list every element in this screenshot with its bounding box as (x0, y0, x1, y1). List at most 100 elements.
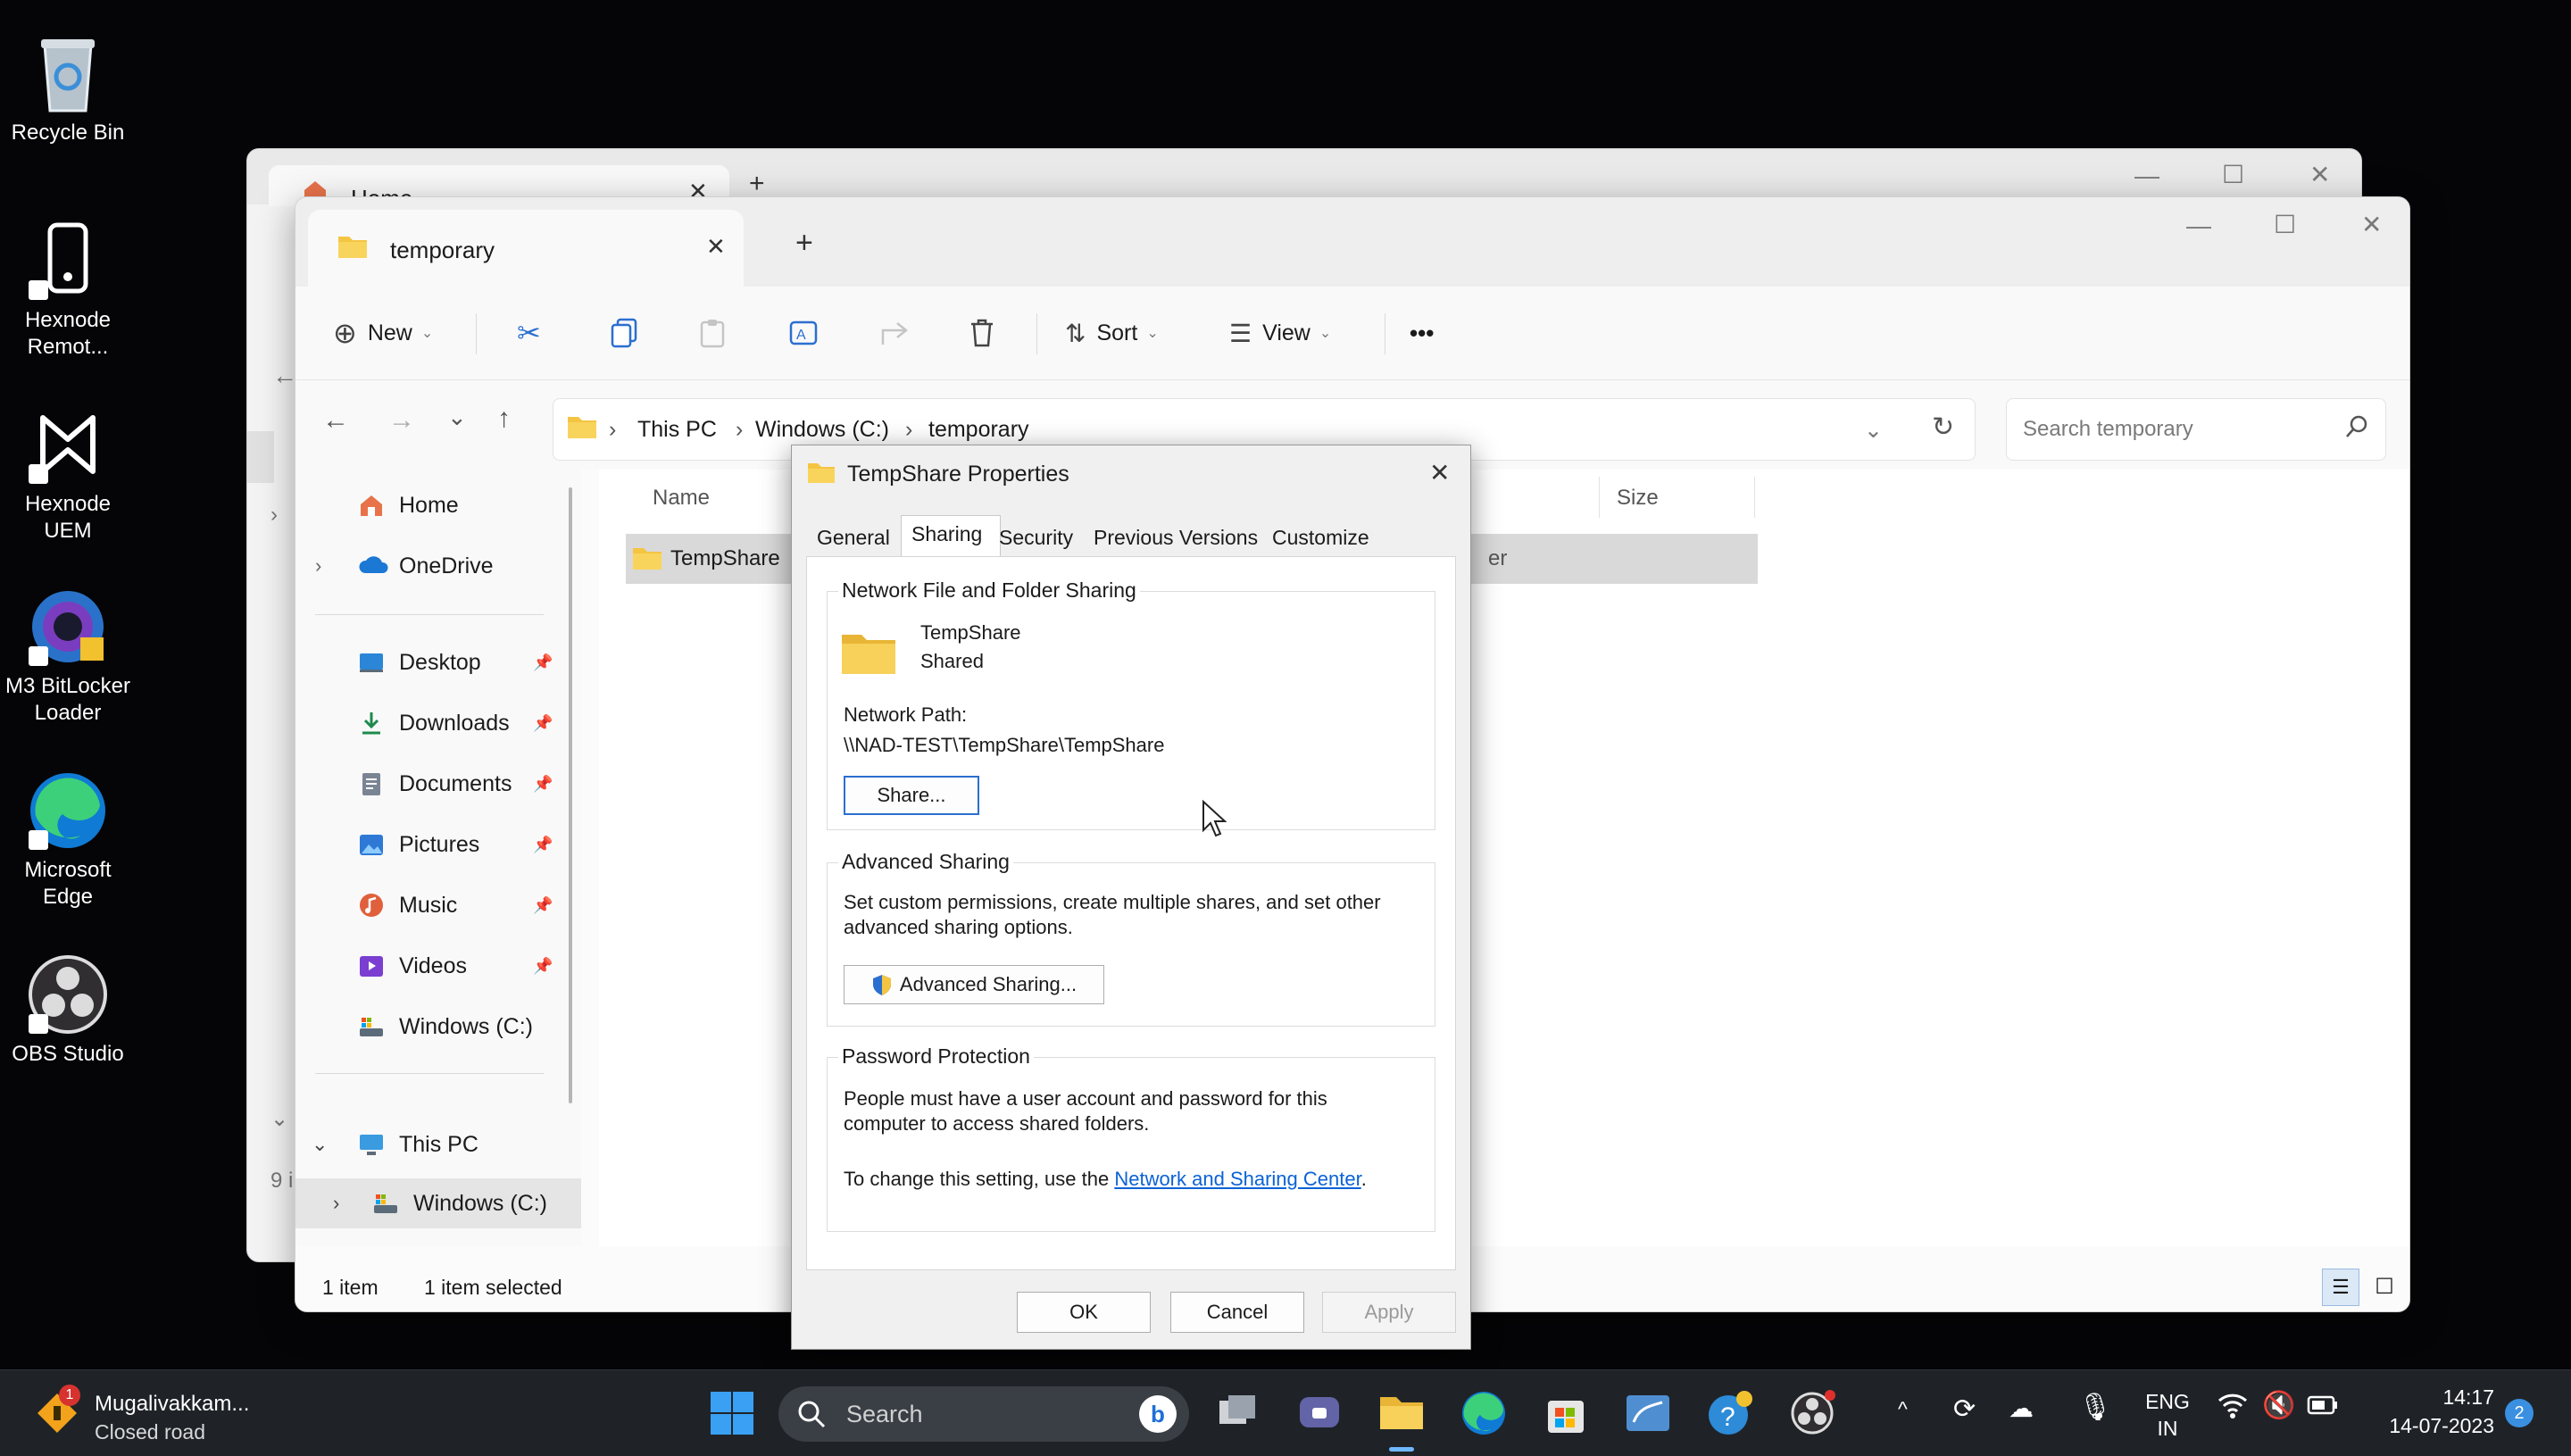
close-tab-icon[interactable]: ✕ (706, 233, 726, 261)
maximize-icon[interactable]: ☐ (2222, 160, 2244, 189)
back-arrow-icon[interactable]: ← (272, 362, 297, 390)
new-tab-icon[interactable]: + (795, 226, 813, 261)
language-indicator[interactable]: ENG IN (2139, 1388, 2196, 1442)
file-explorer-icon[interactable] (1377, 1388, 1427, 1438)
desktop-icon-recycle-bin[interactable]: Recycle Bin (0, 32, 136, 146)
get-help-icon[interactable]: ? (1705, 1388, 1755, 1438)
clock[interactable]: 14:17 14-07-2023 (2360, 1383, 2494, 1440)
edge-icon[interactable] (1459, 1388, 1509, 1438)
sort-button[interactable]: ⇅ Sort ⌄ (1065, 313, 1159, 353)
pin-icon[interactable]: 📌 (533, 714, 553, 733)
share-icon[interactable] (879, 313, 910, 353)
new-button[interactable]: ⊕ New ⌄ (333, 313, 433, 353)
microphone-icon[interactable]: 🎙 (2078, 1392, 2112, 1423)
properties-dialog[interactable]: TempShare Properties ✕ General Sharing S… (791, 445, 1471, 1350)
desktop-icon-obs[interactable]: OBS Studio (0, 953, 136, 1068)
bing-icon[interactable]: b (1139, 1395, 1177, 1433)
obs-icon[interactable] (1787, 1388, 1837, 1438)
back-arrow-icon[interactable]: ← (322, 405, 349, 436)
tab-customize[interactable]: Customize (1272, 526, 1369, 550)
nav-item-home[interactable]: Home (295, 480, 581, 530)
nav-item-this-pc[interactable]: ⌄ This PC (295, 1119, 581, 1169)
tab-sharing[interactable]: Sharing (911, 522, 982, 546)
advanced-sharing-button[interactable]: Advanced Sharing... (844, 965, 1104, 1004)
pin-icon[interactable]: 📌 (533, 836, 553, 854)
up-arrow-icon[interactable]: ↑ (497, 404, 511, 434)
teams-chat-icon[interactable] (1294, 1388, 1344, 1438)
more-options-button[interactable]: ••• (1410, 313, 1434, 353)
recent-locations-icon[interactable]: ⌄ (447, 404, 467, 431)
rename-icon[interactable]: A (788, 313, 819, 353)
task-view-icon[interactable] (1212, 1388, 1262, 1438)
column-header-name[interactable]: Name (653, 486, 710, 511)
cut-icon[interactable]: ✂ (517, 313, 541, 353)
mysql-workbench-icon[interactable] (1623, 1388, 1673, 1438)
tab-previous-versions[interactable]: Previous Versions (1094, 526, 1258, 550)
battery-icon[interactable] (2307, 1394, 2339, 1417)
notification-badge[interactable]: 2 (2505, 1399, 2534, 1427)
nav-item-music[interactable]: Music 📌 (295, 880, 581, 930)
volume-muted-icon[interactable]: 🔇 (2262, 1390, 2295, 1421)
cloud-offline-icon[interactable]: ☁ (2009, 1394, 2034, 1423)
column-header-size[interactable]: Size (1617, 486, 1659, 511)
nav-item-pictures[interactable]: Pictures 📌 (295, 820, 581, 869)
search-input[interactable]: Search temporary (2006, 398, 2386, 461)
nav-item-desktop[interactable]: Desktop 📌 (295, 637, 581, 687)
nav-item-downloads[interactable]: Downloads 📌 (295, 698, 581, 748)
copy-icon[interactable] (610, 313, 638, 353)
weather-widget[interactable]: 1 Mugalivakkam... Closed road (34, 1385, 302, 1444)
minimize-icon[interactable]: — (2186, 212, 2211, 240)
desktop-icon-edge[interactable]: Microsoft Edge (0, 770, 136, 911)
view-button[interactable]: ☰ View ⌄ (1229, 313, 1331, 353)
close-icon[interactable]: ✕ (2309, 160, 2330, 189)
details-view-icon[interactable]: ☰ (2322, 1269, 2359, 1306)
taskbar-search[interactable]: Search b (778, 1386, 1189, 1442)
paste-icon[interactable] (699, 313, 726, 353)
start-icon[interactable] (707, 1388, 757, 1438)
refresh-icon[interactable]: ↻ (1932, 412, 1954, 443)
desktop-icon-hexnode-uem[interactable]: Hexnode UEM (0, 404, 136, 545)
share-button[interactable]: Share... (844, 776, 979, 815)
show-hidden-icons-icon[interactable]: ^ (1898, 1397, 1908, 1421)
breadcrumb-temporary[interactable]: temporary (928, 417, 1029, 443)
tab-general[interactable]: General (817, 526, 890, 550)
cancel-button[interactable]: Cancel (1170, 1292, 1304, 1333)
tab-temporary[interactable]: temporary ✕ (308, 210, 744, 287)
breadcrumb-this-pc[interactable]: This PC (637, 417, 717, 443)
chevron-right-icon[interactable]: › (333, 1192, 339, 1215)
chevron-down-icon[interactable]: ⌄ (312, 1133, 328, 1156)
desktop-icon-hexnode-remote[interactable]: Hexnode Remot... (0, 220, 136, 361)
nav-scrollbar[interactable] (569, 487, 572, 1103)
tiles-view-icon[interactable]: ☐ (2367, 1269, 2402, 1304)
delete-icon[interactable] (969, 313, 995, 353)
ok-button[interactable]: OK (1017, 1292, 1151, 1333)
apply-button[interactable]: Apply (1322, 1292, 1456, 1333)
minimize-icon[interactable]: — (2134, 162, 2159, 190)
nav-item-videos[interactable]: Videos 📌 (295, 941, 581, 991)
maximize-icon[interactable]: ☐ (2274, 210, 2296, 239)
pin-icon[interactable]: 📌 (533, 775, 553, 794)
address-history-icon[interactable]: ⌄ (1864, 417, 1883, 444)
new-tab-icon[interactable]: + (749, 169, 765, 199)
close-window-icon[interactable]: ✕ (2361, 210, 2382, 239)
nav-item-documents[interactable]: Documents 📌 (295, 759, 581, 809)
breadcrumb-windows-c[interactable]: Windows (C:) (755, 417, 889, 443)
microsoft-store-icon[interactable] (1541, 1388, 1591, 1438)
tab-security[interactable]: Security (999, 526, 1073, 550)
onedrive-icon (358, 553, 388, 578)
close-dialog-icon[interactable]: ✕ (1429, 458, 1450, 487)
forward-arrow-icon[interactable]: → (388, 405, 415, 436)
sync-icon[interactable]: ⟳ (1953, 1394, 1976, 1425)
pin-icon[interactable]: 📌 (533, 653, 553, 672)
nav-item-windows-c-quick[interactable]: Windows (C:) (295, 1002, 581, 1052)
chevron-right-icon[interactable]: › (270, 503, 278, 528)
nav-item-onedrive[interactable]: › OneDrive (295, 541, 581, 591)
wifi-icon[interactable] (2217, 1392, 2248, 1419)
desktop-icon-m3-bitlocker[interactable]: M3 BitLocker Loader (0, 586, 136, 727)
network-sharing-center-link[interactable]: Network and Sharing Center (1114, 1168, 1360, 1190)
chevron-down-icon[interactable]: ⌄ (270, 1106, 288, 1132)
pin-icon[interactable]: 📌 (533, 896, 553, 915)
chevron-right-icon[interactable]: › (315, 554, 321, 578)
nav-item-windows-c[interactable]: › Windows (C:) (295, 1178, 581, 1228)
pin-icon[interactable]: 📌 (533, 957, 553, 976)
